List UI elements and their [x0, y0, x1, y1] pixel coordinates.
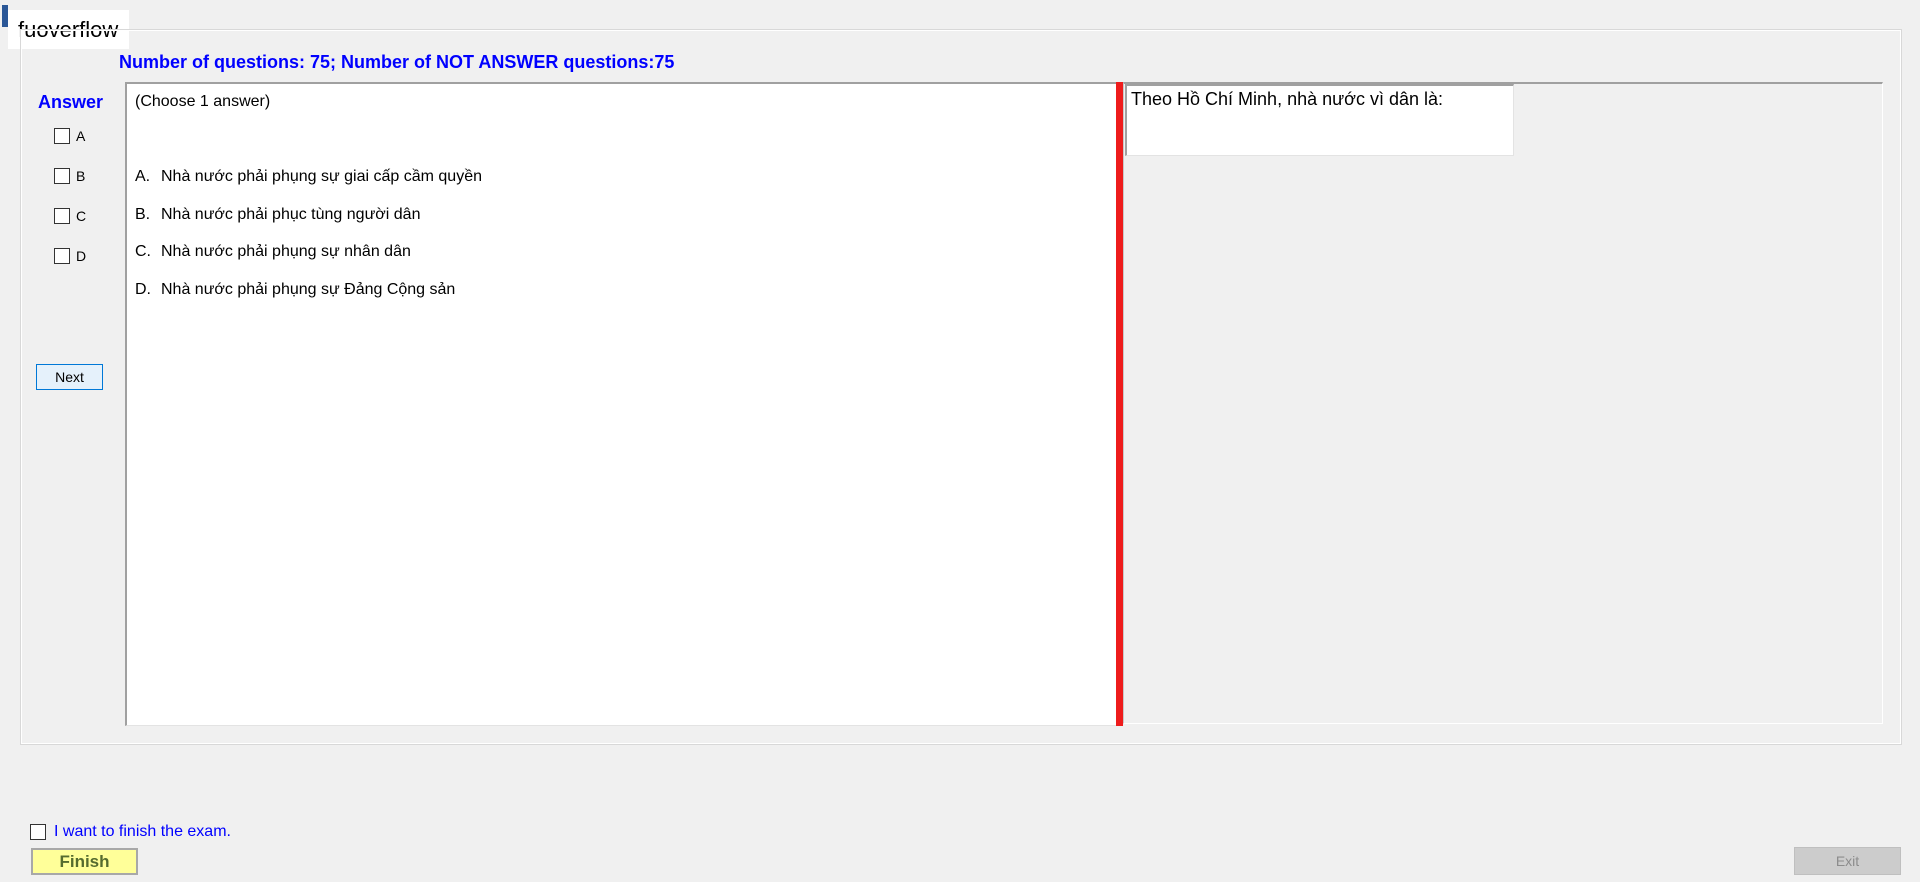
choice-line-b: B. Nhà nước phải phục tùng người dân: [135, 206, 420, 224]
answer-checkbox-c[interactable]: [54, 208, 70, 224]
exit-button[interactable]: Exit: [1794, 847, 1901, 875]
answer-heading: Answer: [38, 92, 104, 112]
choice-letter: C.: [135, 243, 151, 260]
question-area: [1123, 82, 1883, 724]
answer-checkbox-d[interactable]: [54, 248, 70, 264]
finish-confirm-label: I want to finish the exam.: [54, 823, 231, 840]
next-button[interactable]: Next: [36, 364, 103, 390]
answer-option-c[interactable]: C: [54, 208, 86, 224]
choice-letter: A.: [135, 168, 151, 185]
choice-line-a: A. Nhà nước phải phụng sự giai cấp cầm qu…: [135, 168, 482, 186]
answer-option-label: D: [76, 248, 87, 264]
answer-checkbox-b[interactable]: [54, 168, 70, 184]
finish-confirm-row[interactable]: I want to finish the exam.: [30, 823, 231, 841]
choice-letter: D.: [135, 281, 151, 298]
choice-text: Nhà nước phải phụng sự giai cấp cầm quyề…: [161, 168, 482, 185]
answer-option-label: B: [76, 168, 86, 184]
answer-option-d[interactable]: D: [54, 248, 86, 264]
choice-text: Nhà nước phải phụng sự nhân dân: [161, 243, 411, 260]
answer-option-b[interactable]: B: [54, 168, 85, 184]
answer-option-label: C: [76, 208, 87, 224]
choice-line-d: D. Nhà nước phải phụng sự Đảng Cộng sản: [135, 281, 455, 299]
choice-text: Nhà nước phải phục tùng người dân: [161, 206, 421, 223]
answer-checkbox-a[interactable]: [54, 128, 70, 144]
panel-splitter[interactable]: [1116, 82, 1123, 726]
choice-text: Nhà nước phải phụng sự Đảng Cộng sản: [161, 281, 456, 298]
choice-line-c: C. Nhà nước phải phụng sự nhân dân: [135, 243, 411, 261]
answer-option-label: A: [76, 128, 86, 144]
finish-confirm-checkbox[interactable]: [30, 824, 46, 840]
choices-panel: (Choose 1 answer) A. Nhà nước phải phụng …: [125, 82, 1117, 726]
question-text: Theo Hồ Chí Minh, nhà nước vì dân là:: [1125, 84, 1514, 156]
choose-instruction: (Choose 1 answer): [135, 93, 271, 110]
choice-letter: B.: [135, 206, 151, 223]
answer-option-a[interactable]: A: [54, 128, 85, 144]
finish-button[interactable]: Finish: [31, 848, 138, 875]
question-count-status: Number of questions: 75; Number of NOT A…: [119, 52, 675, 72]
